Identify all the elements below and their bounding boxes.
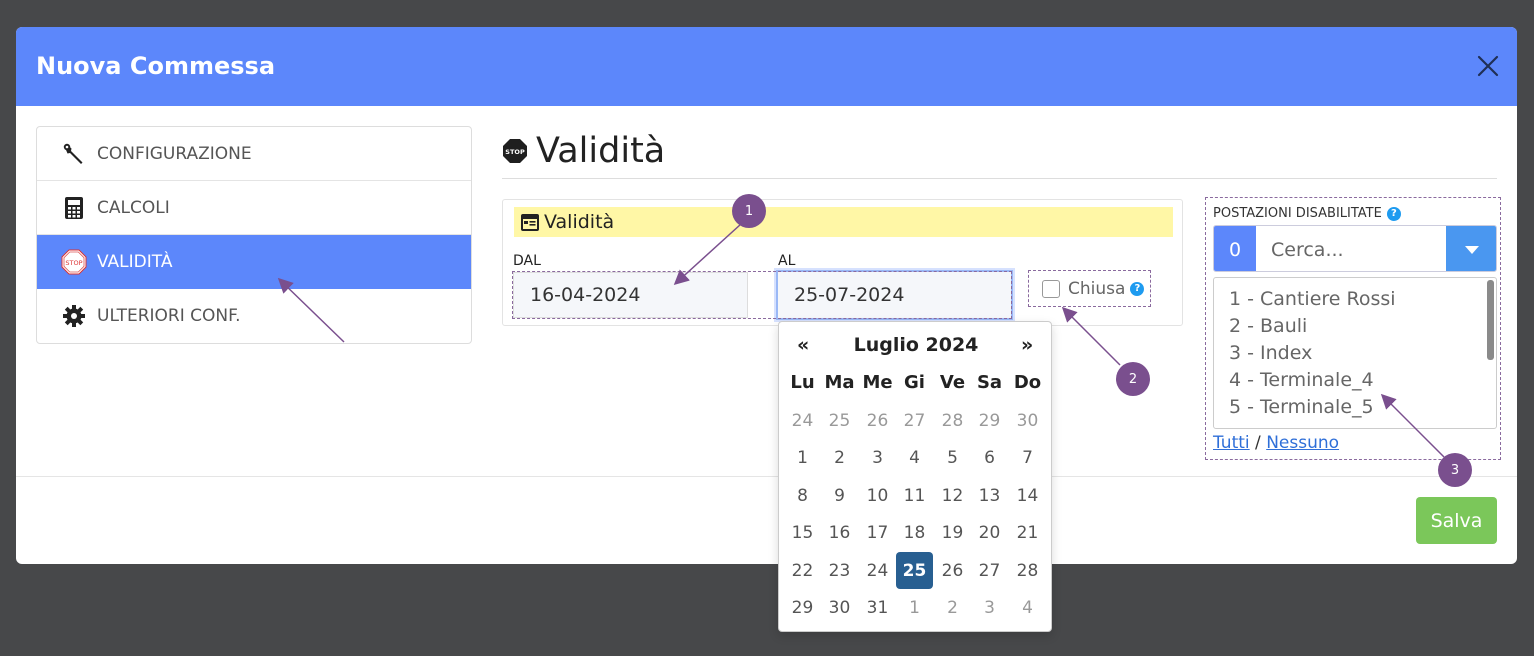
close-icon (1477, 55, 1499, 77)
calendar-day[interactable]: 5 (934, 440, 971, 477)
calendar-day[interactable]: 10 (859, 477, 896, 514)
sidebar-item-label: ULTERIORI CONF. (97, 306, 241, 326)
annotation-marker: 3 (1438, 453, 1472, 487)
calendar-day[interactable]: 3 (859, 440, 896, 477)
calendar-day[interactable]: 27 (971, 552, 1008, 589)
save-button[interactable]: Salva (1416, 497, 1497, 544)
calendar-day[interactable]: 21 (1009, 515, 1046, 552)
panel-header-label: Validità (544, 211, 615, 233)
calculator-icon (61, 195, 87, 221)
annotation-box (512, 271, 1012, 319)
calendar-day[interactable]: 25 (896, 552, 933, 589)
sidebar-item-ulteriori-conf[interactable]: ULTERIORI CONF. (37, 289, 471, 343)
weekday-header: Me (862, 372, 893, 393)
wrench-icon (61, 141, 87, 167)
annotation-box (1028, 270, 1151, 307)
calendar-day[interactable]: 19 (934, 515, 971, 552)
modal-header: Nuova Commessa (16, 27, 1517, 106)
page-title: Validità (536, 131, 666, 171)
weekday-header: Sa (976, 372, 1003, 393)
sidebar-item-label: VALIDITÀ (97, 252, 173, 272)
calendar-icon (521, 214, 539, 231)
calendar-day[interactable]: 2 (934, 590, 971, 627)
calendar-day[interactable]: 27 (896, 402, 933, 439)
calendar-day[interactable]: 24 (784, 402, 821, 439)
calendar-day[interactable]: 31 (859, 590, 896, 627)
svg-text:STOP: STOP (65, 259, 82, 267)
calendar-day[interactable]: 20 (971, 515, 1008, 552)
footer-divider (16, 476, 1517, 477)
sidebar-item-label: CONFIGURAZIONE (97, 143, 252, 164)
calendar-day[interactable]: 9 (821, 477, 858, 514)
calendar-day[interactable]: 26 (859, 402, 896, 439)
calendar-day[interactable]: 22 (784, 552, 821, 589)
calendar-day[interactable]: 11 (896, 477, 933, 514)
calendar-day[interactable]: 15 (784, 515, 821, 552)
dal-label: DAL (513, 253, 541, 269)
calendar-day[interactable]: 14 (1009, 477, 1046, 514)
gear-icon (61, 303, 87, 329)
calendar-day[interactable]: 23 (821, 552, 858, 589)
stop-sign-icon: STOP (61, 249, 87, 275)
sidebar-item-calcoli[interactable]: CALCOLI (37, 181, 471, 235)
calendar-day[interactable]: 4 (1009, 590, 1046, 627)
calendar-day[interactable]: 7 (1009, 440, 1046, 477)
calendar-day[interactable]: 1 (784, 440, 821, 477)
next-month-button[interactable]: » (1021, 334, 1033, 356)
weekday-header: Ma (824, 372, 855, 393)
calendar-day[interactable]: 3 (971, 590, 1008, 627)
svg-text:STOP: STOP (505, 148, 525, 156)
sidebar-item-configurazione[interactable]: CONFIGURAZIONE (37, 127, 471, 181)
sidebar-item-label: CALCOLI (97, 197, 170, 218)
sidebar-item-validita[interactable]: STOP VALIDITÀ (37, 235, 471, 289)
panel-header: Validità (514, 207, 1173, 237)
month-title: Luglio 2024 (853, 334, 979, 356)
weekday-header: Do (1013, 372, 1042, 393)
annotation-box (1205, 197, 1501, 460)
section-heading: STOP Validità (502, 131, 665, 171)
calendar-day[interactable]: 12 (934, 477, 971, 514)
calendar-day[interactable]: 6 (971, 440, 1008, 477)
close-button[interactable] (1475, 53, 1501, 79)
calendar-day[interactable]: 18 (896, 515, 933, 552)
al-label: AL (778, 253, 796, 269)
date-picker: « Luglio 2024 » Lu Ma Me Gi Ve Sa Do 24 25 26 27 28… (778, 321, 1052, 632)
calendar-day[interactable]: 29 (784, 590, 821, 627)
calendar-day[interactable]: 4 (896, 440, 933, 477)
sidebar: CONFIGURAZIONE CALCOLI STOP VALIDITÀ ULT… (36, 126, 472, 344)
calendar-day[interactable]: 28 (1009, 552, 1046, 589)
calendar-day[interactable]: 16 (821, 515, 858, 552)
calendar-day[interactable]: 8 (784, 477, 821, 514)
calendar-day[interactable]: 30 (1009, 402, 1046, 439)
weekday-header: Lu (790, 372, 815, 393)
calendar-day[interactable]: 26 (934, 552, 971, 589)
calendar-day[interactable]: 29 (971, 402, 1008, 439)
calendar-day[interactable]: 2 (821, 440, 858, 477)
calendar-day[interactable]: 17 (859, 515, 896, 552)
calendar-day[interactable]: 28 (934, 402, 971, 439)
annotation-marker: 1 (732, 194, 766, 228)
calendar-day[interactable]: 1 (896, 590, 933, 627)
modal-title: Nuova Commessa (36, 52, 276, 80)
calendar-day[interactable]: 30 (821, 590, 858, 627)
calendar-day[interactable]: 13 (971, 477, 1008, 514)
annotation-marker: 2 (1116, 362, 1150, 396)
weekday-header: Gi (904, 372, 925, 393)
calendar-day[interactable]: 25 (821, 402, 858, 439)
calendar-day[interactable]: 24 (859, 552, 896, 589)
section-divider (502, 178, 1497, 179)
stop-sign-icon: STOP (503, 139, 527, 163)
weekday-header: Ve (939, 372, 966, 393)
